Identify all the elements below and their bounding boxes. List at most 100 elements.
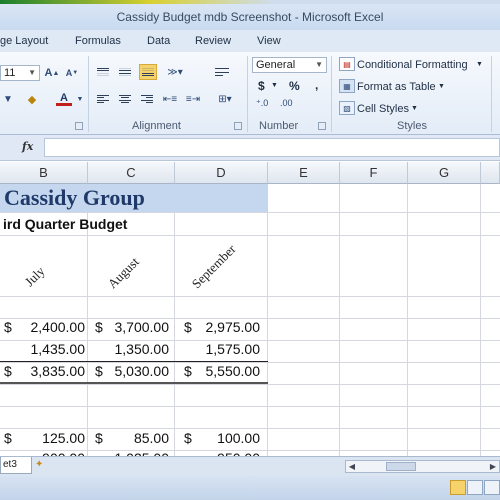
middle-align-icon[interactable] [117, 65, 133, 79]
column-header-d[interactable]: D [175, 162, 268, 184]
font-color-icon[interactable]: A [56, 92, 72, 106]
currency-button[interactable]: $ [258, 79, 265, 93]
status-bar [0, 476, 500, 500]
chevron-down-icon[interactable]: ▼ [438, 83, 445, 90]
column-header-b[interactable]: B [0, 162, 88, 184]
align-left-icon[interactable] [95, 92, 111, 106]
cell-value[interactable]: 3,835.00 [31, 363, 86, 379]
ribbon-tabs: ge Layout Formulas Data Review View [0, 30, 500, 52]
chevron-down-icon[interactable]: ▼ [271, 82, 278, 89]
currency-symbol: $ [4, 319, 12, 335]
fill-color-icon[interactable]: ◆ [24, 92, 40, 106]
chevron-down-icon: ▼ [28, 68, 36, 77]
cell-value[interactable]: 5,030.00 [115, 363, 170, 379]
chevron-down-icon: ▼ [315, 60, 323, 69]
cell-value[interactable]: 2,975.00 [206, 319, 261, 335]
comma-button[interactable]: , [315, 78, 318, 92]
conditional-formatting-button[interactable]: Conditional Formatting [357, 59, 468, 71]
increase-indent-icon[interactable]: ≡⇥ [185, 92, 201, 106]
worksheet-grid[interactable]: Cassidy Group ird Quarter Budget July Au… [0, 184, 500, 466]
chevron-down-icon[interactable]: ▼ [411, 105, 418, 112]
group-separator [331, 56, 332, 132]
group-label-styles: Styles [397, 120, 427, 132]
chevron-down-icon[interactable]: ▼ [72, 92, 88, 106]
font-launcher-icon[interactable] [75, 122, 83, 130]
cell-value[interactable]: 3,700.00 [115, 319, 170, 335]
month-header-september[interactable]: September [189, 241, 240, 292]
grow-font-icon[interactable]: A ▲ [44, 66, 60, 80]
cell-value[interactable]: 2,400.00 [31, 319, 86, 335]
cell-value[interactable]: 1,575.00 [206, 341, 261, 357]
gridline [267, 184, 268, 456]
align-right-icon[interactable] [139, 92, 155, 106]
horizontal-scrollbar[interactable]: ◀ ▶ [345, 460, 500, 473]
insert-function-icon[interactable]: fx [22, 140, 33, 153]
column-header-g[interactable]: G [408, 162, 481, 184]
decrease-decimal-button[interactable]: .00 [280, 98, 293, 108]
scroll-left-icon[interactable]: ◀ [346, 461, 358, 472]
font-size-select[interactable]: 11 ▼ [0, 65, 40, 81]
sheet-title: Cassidy Group [4, 185, 145, 210]
sheet-subtitle[interactable]: ird Quarter Budget [3, 216, 127, 232]
cell-value[interactable]: 1,350.00 [115, 341, 170, 357]
chevron-down-icon[interactable]: ▼ [0, 92, 16, 106]
group-separator [247, 56, 248, 132]
scroll-right-icon[interactable]: ▶ [487, 461, 499, 472]
chevron-down-icon[interactable]: ▼ [476, 61, 483, 68]
align-center-icon[interactable] [117, 92, 133, 106]
cell-styles-icon: ▧ [339, 101, 355, 115]
cell-value[interactable]: 100.00 [217, 430, 260, 446]
orientation-icon[interactable]: ≫▾ [163, 65, 187, 79]
percent-button[interactable]: % [289, 79, 300, 93]
gridline [0, 406, 500, 407]
tab-view[interactable]: View [257, 35, 281, 47]
top-align-icon[interactable] [95, 65, 111, 79]
cell-value[interactable]: 125.00 [42, 430, 85, 446]
shrink-font-icon[interactable]: A ▼ [64, 66, 80, 80]
month-header-july[interactable]: July [22, 263, 49, 290]
formula-input[interactable] [44, 138, 500, 157]
scrollbar-thumb[interactable] [386, 462, 416, 471]
number-format-select[interactable]: General ▼ [252, 57, 327, 73]
merge-center-icon[interactable]: ⊞▾ [213, 92, 237, 106]
wrap-text-icon[interactable] [213, 65, 231, 79]
gridline [174, 184, 175, 456]
column-header-c[interactable]: C [88, 162, 175, 184]
format-as-table-button[interactable]: Format as Table [357, 81, 436, 93]
page-layout-view-icon[interactable] [467, 480, 483, 495]
cell-value[interactable]: 1,435.00 [31, 341, 86, 357]
increase-decimal-button[interactable]: ⁺.0 [256, 98, 268, 109]
font-size-value: 11 [4, 67, 16, 79]
excel-window: Cassidy Budget mdb Screenshot - Microsof… [0, 0, 500, 500]
gridline [0, 428, 500, 429]
currency-symbol: $ [4, 363, 12, 379]
window-title: Cassidy Budget mdb Screenshot - Microsof… [116, 10, 384, 24]
tab-data[interactable]: Data [147, 35, 170, 47]
alignment-launcher-icon[interactable] [234, 122, 242, 130]
tab-page-layout[interactable]: ge Layout [0, 35, 48, 47]
cell-value[interactable]: 5,550.00 [206, 363, 261, 379]
column-header-h[interactable] [481, 162, 500, 184]
number-launcher-icon[interactable] [318, 122, 326, 130]
normal-view-icon[interactable] [450, 480, 466, 495]
column-header-e[interactable]: E [268, 162, 340, 184]
cell-styles-button[interactable]: Cell Styles [357, 103, 409, 115]
insert-sheet-icon[interactable]: ✦ [35, 459, 49, 471]
gridline [0, 235, 500, 236]
sheet-tab[interactable]: et3 [0, 457, 32, 474]
bottom-align-icon[interactable] [139, 64, 157, 80]
gridline [0, 212, 500, 213]
thick-underline-border [0, 382, 268, 384]
page-break-view-icon[interactable] [484, 480, 500, 495]
month-header-august[interactable]: August [105, 254, 143, 292]
group-label-alignment: Alignment [132, 120, 181, 132]
decrease-indent-icon[interactable]: ⇤≡ [162, 92, 178, 106]
title-cell[interactable]: Cassidy Group [0, 184, 268, 212]
currency-symbol: $ [184, 363, 192, 379]
tab-review[interactable]: Review [195, 35, 231, 47]
currency-symbol: $ [4, 430, 12, 446]
conditional-formatting-icon: ▤ [339, 57, 355, 71]
tab-formulas[interactable]: Formulas [75, 35, 121, 47]
cell-value[interactable]: 85.00 [134, 430, 169, 446]
column-header-f[interactable]: F [340, 162, 408, 184]
